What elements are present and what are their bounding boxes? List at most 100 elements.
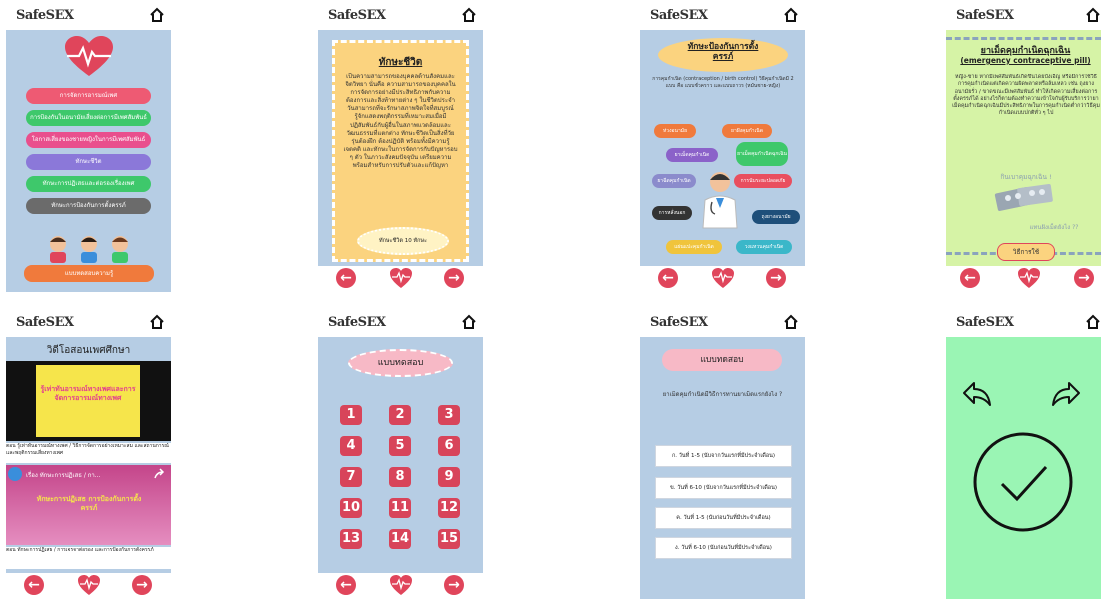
answer-option[interactable]: ก. วันที่ 1-5 (นับจากวันแรกที่มีประจำเดื…	[655, 445, 792, 467]
video-thumbnail-1: รู้เท่าทันอารมณ์ทางเพศและการจัดการอารมณ์…	[36, 365, 140, 437]
life-skills-10-badge[interactable]: ทักษะชีวิต 10 ทักษะ	[357, 227, 449, 255]
brand-logo: SafeSEX	[956, 8, 1014, 23]
divider-top	[946, 37, 1101, 40]
doctor-illustration	[702, 172, 738, 229]
top-bar: SafeSEX	[6, 4, 171, 28]
home-icon[interactable]	[1085, 7, 1101, 23]
question-number-button[interactable]: 10	[340, 498, 362, 518]
channel-avatar	[8, 467, 22, 481]
video-panel: วิดีโอสอนเพศศึกษา รู้เท่าทันอารมณ์ทางเพศ…	[6, 337, 171, 573]
home-icon[interactable]	[461, 7, 477, 23]
quiz-title: แบบทดสอบ	[348, 349, 453, 377]
question-number-button[interactable]: 7	[340, 467, 362, 487]
home-icon[interactable]	[461, 314, 477, 330]
method-pill[interactable]: ยาเม็ดคุมกำเนิด	[666, 148, 718, 162]
method-pill[interactable]: ยาฉีดคุมกำเนิด	[652, 174, 696, 188]
method-pill[interactable]: การหลั่งนอก	[652, 206, 692, 220]
question-number-button[interactable]: 11	[389, 498, 411, 518]
menu-button[interactable]: การป้องกันในอนามัยเสี่ยงต่อการมีเพศสัมพั…	[26, 110, 151, 126]
back-arrow-icon[interactable]	[962, 381, 992, 407]
pill-pack-illustration	[994, 183, 1053, 211]
heart-pulse-icon[interactable]	[77, 574, 101, 596]
question-number-button[interactable]: 14	[389, 529, 411, 549]
home-icon[interactable]	[1085, 314, 1101, 330]
answer-option[interactable]: ง. วันที่ 6-10 (นับก่อนวันที่มีประจำเดือ…	[655, 537, 792, 559]
arrow-left-icon[interactable]: ←	[24, 575, 44, 595]
body-text: หญิง-ชาย หากมีเพศสัมพันธ์เกิดขึ้นโดยบังเ…	[952, 74, 1100, 117]
brand-logo: SafeSEX	[956, 315, 1014, 330]
home-icon[interactable]	[149, 7, 165, 23]
top-bar: SafeSEX	[946, 4, 1101, 28]
top-bar: SafeSEX	[6, 311, 171, 335]
check-circle-icon	[973, 432, 1073, 532]
menu-button[interactable]: การจัดการอารมณ์เพศ	[26, 88, 151, 104]
arrow-left-icon[interactable]: ←	[336, 575, 356, 595]
heart-pulse-icon[interactable]	[1017, 267, 1041, 289]
screen-quiz-grid: SafeSEX แบบทดสอบ 1 2 3 4 5 6 7 8 9 10 11 12 13 14 15 ←…	[318, 311, 483, 595]
arrow-right-icon[interactable]: →	[766, 268, 786, 288]
screen-life-skills: SafeSEX ทักษะชีวิต เป็นความสามารถของบุคค…	[318, 4, 483, 289]
question-number-button[interactable]: 2	[389, 405, 411, 425]
question-number-button[interactable]: 9	[438, 467, 460, 487]
heart-logo-icon	[65, 36, 113, 76]
question-number-button[interactable]: 3	[438, 405, 460, 425]
video-2-header: เรื่อง ทักษะการปฏิเสธ / กา...	[26, 472, 101, 479]
method-pill[interactable]: แผ่นแปะคุมกำเนิด	[666, 240, 722, 254]
arrow-left-icon[interactable]: ←	[336, 268, 356, 288]
method-pill[interactable]: ห่วงอนามัย	[654, 124, 696, 138]
question-number-button[interactable]: 8	[389, 467, 411, 487]
menu-button[interactable]: ทักษะการปฏิเสธและต่อรองเรื่องเพศ	[26, 176, 151, 192]
video-1-title: รู้เท่าทันอารมณ์ทางเพศและการจัดการอารมณ์…	[40, 385, 136, 403]
question-text: ยาเม็ดคุมกำเนิดมีวิธีการทานยาเม็ดแรกยังไ…	[662, 391, 783, 398]
brand-logo: SafeSEX	[328, 315, 386, 330]
home-icon[interactable]	[783, 7, 799, 23]
question-number-button[interactable]: 6	[438, 436, 460, 456]
arrow-right-icon[interactable]: →	[444, 575, 464, 595]
arrow-right-icon[interactable]: →	[1074, 268, 1094, 288]
menu-button[interactable]: ทักษะชีวิต	[26, 154, 151, 170]
video-2-caption: ตอน ทักษะการปฏิเสธ / การเจรจาต่อรอง และก…	[6, 547, 171, 569]
heart-pulse-icon[interactable]	[389, 574, 413, 596]
method-pill[interactable]: วงแหวนคุมกำเนิด	[736, 240, 792, 254]
method-pill[interactable]: ยาฝังคุมกำเนิด	[722, 124, 772, 138]
home-icon[interactable]	[149, 314, 165, 330]
menu-button[interactable]: ทักษะการป้องกันการตั้งครรภ์	[26, 198, 151, 214]
arrow-left-icon[interactable]: ←	[658, 268, 678, 288]
top-bar: SafeSEX	[640, 311, 805, 335]
heart-pulse-icon[interactable]	[389, 267, 413, 289]
question-panel: แบบทดสอบ ยาเม็ดคุมกำเนิดมีวิธีการทานยาเม…	[640, 337, 805, 599]
home-icon[interactable]	[783, 314, 799, 330]
heart-pulse-icon[interactable]	[711, 267, 735, 289]
video-player-2[interactable]: เรื่อง ทักษะการปฏิเสธ / กา... ทักษะการปฏ…	[6, 465, 171, 545]
how-to-use-button[interactable]: วิธีการใช้	[997, 243, 1055, 261]
answer-option[interactable]: ข. วันที่ 6-10 (นับจากวันแรกที่มีประจำเด…	[655, 477, 792, 499]
share-icon[interactable]	[153, 468, 165, 480]
content-panel: ยาเม็ดคุมกำเนิดฉุกเฉิน (emergency contra…	[946, 30, 1101, 266]
arrow-left-icon[interactable]: ←	[960, 268, 980, 288]
top-bar: SafeSEX	[318, 4, 483, 28]
question-number-button[interactable]: 13	[340, 529, 362, 549]
question-number-button[interactable]: 12	[438, 498, 460, 518]
forward-arrow-icon[interactable]	[1051, 381, 1081, 407]
question-number-button[interactable]: 1	[340, 405, 362, 425]
method-pill[interactable]: ยาเม็ดคุมกำเนิดฉุกเฉิน	[736, 142, 788, 166]
content-panel: ทักษะชีวิต เป็นความสามารถของบุคคลด้านสัง…	[318, 30, 483, 266]
screen-main-menu: SafeSEX การจัดการอารมณ์เพศการป้องกันในอน…	[6, 4, 171, 292]
caption-how-to-take: แทนฝังเม็ดยังไง ??	[1029, 224, 1079, 231]
screen-contraception: SafeSEX ทักษะป้องกันการตั้งครรภ์ การคุมก…	[640, 4, 805, 289]
method-pill[interactable]: ถุงยางอนามัย	[752, 210, 800, 224]
kids-illustration	[50, 236, 128, 263]
content-panel: ทักษะป้องกันการตั้งครรภ์ การคุมกำเนิด (c…	[640, 30, 805, 266]
video-player-1[interactable]: รู้เท่าทันอารมณ์ทางเพศและการจัดการอารมณ์…	[6, 361, 171, 441]
question-number-button[interactable]: 5	[389, 436, 411, 456]
question-number-button[interactable]: 15	[438, 529, 460, 549]
page-title: ทักษะชีวิต	[378, 57, 423, 68]
menu-panel: การจัดการอารมณ์เพศการป้องกันในอนามัยเสี่…	[6, 30, 171, 292]
bottom-nav: ← →	[318, 573, 483, 599]
menu-button[interactable]: โอกาสเสี่ยงของชายหญิงในการมีเพศสัมพันธ์	[26, 132, 151, 148]
arrow-right-icon[interactable]: →	[444, 268, 464, 288]
question-number-button[interactable]: 4	[340, 436, 362, 456]
answer-option[interactable]: ค. วันที่ 1-5 (นับก่อนวันที่มีประจำเดือน…	[655, 507, 792, 529]
arrow-right-icon[interactable]: →	[132, 575, 152, 595]
quiz-button[interactable]: แบบทดสอบความรู้	[24, 265, 154, 282]
